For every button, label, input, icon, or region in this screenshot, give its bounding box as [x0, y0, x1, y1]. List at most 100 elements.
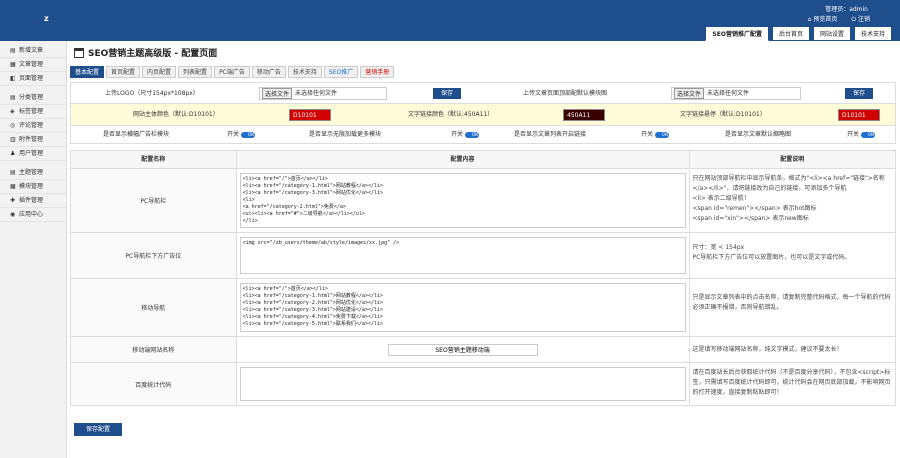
header-desc: 配置说明 [780, 156, 805, 163]
admin-label: 管理员：admin [825, 6, 868, 13]
upload-row: 上传LOGO（尺寸154px*108px） 选择文件 未选择任何文件 保存 上传… [70, 82, 896, 104]
tab-mobile-ads[interactable]: 移动广告 [251, 66, 286, 78]
toggle-label-thumbnail: 是否显示文章默认缩略图 [725, 131, 792, 138]
mobile-site-name-input[interactable] [387, 343, 538, 356]
tag-icon: ◈ [10, 108, 15, 115]
table-row: PC导航栏 <li><a href="/">首页</a></li> <li><a… [71, 169, 895, 233]
config-tabs: 基本配置 首页配置 内页配置 列表配置 PC端广告 移动广告 技术支持 SEO推… [70, 66, 395, 78]
top-tabs: SEO营销推广配置 后台首页 网站设置 技术支持 [705, 26, 892, 41]
table-header: 配置名称 配置内容 配置说明 [71, 151, 895, 169]
attachment-icon: ▥ [10, 136, 16, 143]
sidebar-item-article-manage[interactable]: ▦ 文章管理 [0, 58, 66, 72]
sidebar-item-tag-manage[interactable]: ◈ 标签管理 [0, 105, 66, 119]
table-row: 移动导航 <li><a href="/">首页</a></li> <li><a … [71, 279, 895, 337]
top-links: ⌂ 预览首页 ⏻ 注销 [808, 14, 870, 24]
page-title: SEO营销主题高级版 - 配置页面 [74, 46, 217, 59]
banner-upload-label: 上传文章页面顶部配默认模块图 [523, 90, 608, 97]
header-name: 配置名称 [71, 151, 237, 168]
sidebar-item-page-manage[interactable]: ◧ 页面管理 [0, 72, 66, 86]
row-desc: 这是填写移动端网站名称，纯文字模式，建议不要太长！ [692, 346, 843, 353]
toggle-label-infinite: 是否显示无限加载更多模块 [309, 131, 382, 138]
tab-tech-support[interactable]: 技术支持 [287, 66, 322, 78]
table-row: PC导航栏下方广告位 <img src="/zb_users/theme/ab/… [71, 233, 895, 279]
hover-color-label: 文字链接悬停（默认:D10101） [680, 111, 766, 118]
pc-nav-ad-textarea[interactable]: <img src="/zb_users/theme/ab/style/image… [239, 237, 686, 274]
tab-basic-config[interactable]: 基本配置 [70, 66, 105, 78]
baidu-stats-textarea[interactable] [239, 367, 686, 401]
toggle-article-link[interactable]: 开关 ON [641, 126, 670, 144]
sidebar-item-theme-manage[interactable]: ▤ 主题管理 [0, 166, 66, 180]
text-color-input[interactable]: 450A11 [563, 109, 605, 121]
row-name: 百度统计代码 [71, 363, 237, 405]
theme-icon: ▤ [10, 169, 16, 176]
color-row: 网站主体颜色（默认:D10101） D10101 文字链接颜色（默认:450A1… [70, 104, 896, 126]
toggle-infinite[interactable]: 开关 ON [451, 126, 480, 144]
row-desc: 请在百度站长后台获取统计代码（不是百度分享代码），不包含<script>标签，只… [692, 369, 891, 396]
config-table: 配置名称 配置内容 配置说明 PC导航栏 <li><a href="/">首页<… [70, 150, 896, 406]
main-color-label: 网站主体颜色（默认:D10101） [133, 111, 219, 118]
row-name: 移动导航 [71, 279, 237, 336]
logo-upload-label: 上传LOGO（尺寸154px*108px） [105, 90, 199, 97]
toggle-banner[interactable]: 开关 ON [227, 126, 256, 144]
toggle-thumbnail[interactable]: 开关 ON [847, 126, 876, 144]
tab-inner-config[interactable]: 内页配置 [142, 66, 177, 78]
tab-tech-support[interactable]: 技术支持 [853, 26, 892, 41]
sidebar-item-user-manage[interactable]: ♟ 用户管理 [0, 147, 66, 161]
tab-home-config[interactable]: 首页配置 [106, 66, 141, 78]
app-center-icon: ◉ [10, 211, 16, 218]
top-header: z 管理员：admin ⌂ 预览首页 ⏻ 注销 SEO营销推广配置 后台首页 网… [0, 0, 900, 41]
text-color-label: 文字链接颜色（默认:450A11） [408, 111, 494, 118]
row-name: 移动端网站名称 [71, 337, 237, 362]
hover-color-input[interactable]: D10101 [838, 109, 880, 121]
user-icon: ♟ [10, 150, 16, 157]
mobile-nav-textarea[interactable]: <li><a href="/">首页</a></li> <li><a href=… [239, 283, 686, 332]
sidebar-item-comment-manage[interactable]: ◎ 评论管理 [0, 119, 66, 133]
row-desc: 只在网站顶部导航栏中显示导航条，格式为"<li><a href="链接">名称<… [692, 175, 885, 222]
row-desc: 尺寸：宽 < 154px PC导航栏下方广告位可以放置图片，也可以是文字或代码。 [692, 244, 851, 261]
article-icon: ▤ [10, 47, 16, 54]
header-content: 配置内容 [237, 151, 690, 168]
toggle-label-article-link: 是否显示文章列表开启链接 [514, 131, 587, 138]
tab-site-settings[interactable]: 网站设置 [812, 26, 851, 41]
sidebar-item-new-article[interactable]: ▤ 新增文章 [0, 44, 66, 58]
row-name: PC导航栏 [71, 169, 237, 232]
preview-home-link[interactable]: ⌂ 预览首页 [808, 14, 838, 24]
tab-list-config[interactable]: 列表配置 [178, 66, 213, 78]
toggle-switch-icon: ON [861, 132, 876, 138]
banner-save-button[interactable]: 保存 [845, 88, 873, 99]
tab-seo-promo[interactable]: SEO推广 [323, 66, 359, 78]
toggle-switch-icon: ON [655, 132, 670, 138]
page-icon: ◧ [10, 75, 16, 82]
sidebar-item-app-center[interactable]: ◉ 应用中心 [0, 208, 66, 222]
toggle-switch-icon: ON [241, 132, 256, 138]
tab-marketing-manual[interactable]: 营销手册 [360, 66, 395, 78]
table-row: 百度统计代码 请在百度站长后台获取统计代码（不是百度分享代码），不包含<scri… [71, 363, 895, 405]
sidebar-item-attachment-manage[interactable]: ▥ 附件管理 [0, 133, 66, 147]
window-icon [74, 47, 84, 58]
toggle-label-banner: 是否显示横幅广告栏模块 [103, 131, 170, 138]
tab-admin-home[interactable]: 后台首页 [771, 26, 810, 41]
row-name: PC导航栏下方广告位 [71, 233, 237, 278]
banner-file-input[interactable]: 选择文件 未选择任何文件 [671, 87, 801, 100]
sidebar-item-plugin-manage[interactable]: ✚ 插件管理 [0, 194, 66, 208]
pc-nav-textarea[interactable]: <li><a href="/">首页</a></li> <li><a href=… [239, 173, 686, 228]
site-logo[interactable]: z [44, 14, 49, 23]
list-icon: ▦ [10, 61, 16, 68]
tab-seo-config[interactable]: SEO营销推广配置 [705, 26, 769, 41]
row-desc: 只是显示文章列表中的点击名称，请复制完整代码格式，每一个导航的代码必须正确不报错… [692, 294, 891, 311]
main-color-input[interactable]: D10101 [289, 109, 331, 121]
module-icon: ▦ [10, 183, 16, 190]
sidebar-item-category-manage[interactable]: ▤ 分类管理 [0, 91, 66, 105]
logout-link[interactable]: ⏻ 注销 [851, 14, 870, 24]
logo-save-button[interactable]: 保存 [433, 88, 461, 99]
sidebar-item-module-manage[interactable]: ▦ 模块管理 [0, 180, 66, 194]
table-row: 移动端网站名称 这是填写移动端网站名称，纯文字模式，建议不要太长！ [71, 337, 895, 363]
comment-icon: ◎ [10, 122, 16, 129]
toggle-switch-icon: ON [465, 132, 480, 138]
sidebar: ▤ 新增文章 ▦ 文章管理 ◧ 页面管理 ▤ 分类管理 ◈ 标签管理 ◎ 评论管理 ▥ 附件管… [0, 41, 67, 458]
toggle-row: 是否显示横幅广告栏模块 开关 ON 是否显示无限加载更多模块 开关 ON 是否显示文… [70, 126, 896, 144]
logo-file-input[interactable]: 选择文件 未选择任何文件 [259, 87, 387, 100]
save-config-button[interactable]: 保存配置 [74, 423, 122, 436]
tab-pc-ads[interactable]: PC端广告 [214, 66, 250, 78]
category-icon: ▤ [10, 94, 16, 101]
